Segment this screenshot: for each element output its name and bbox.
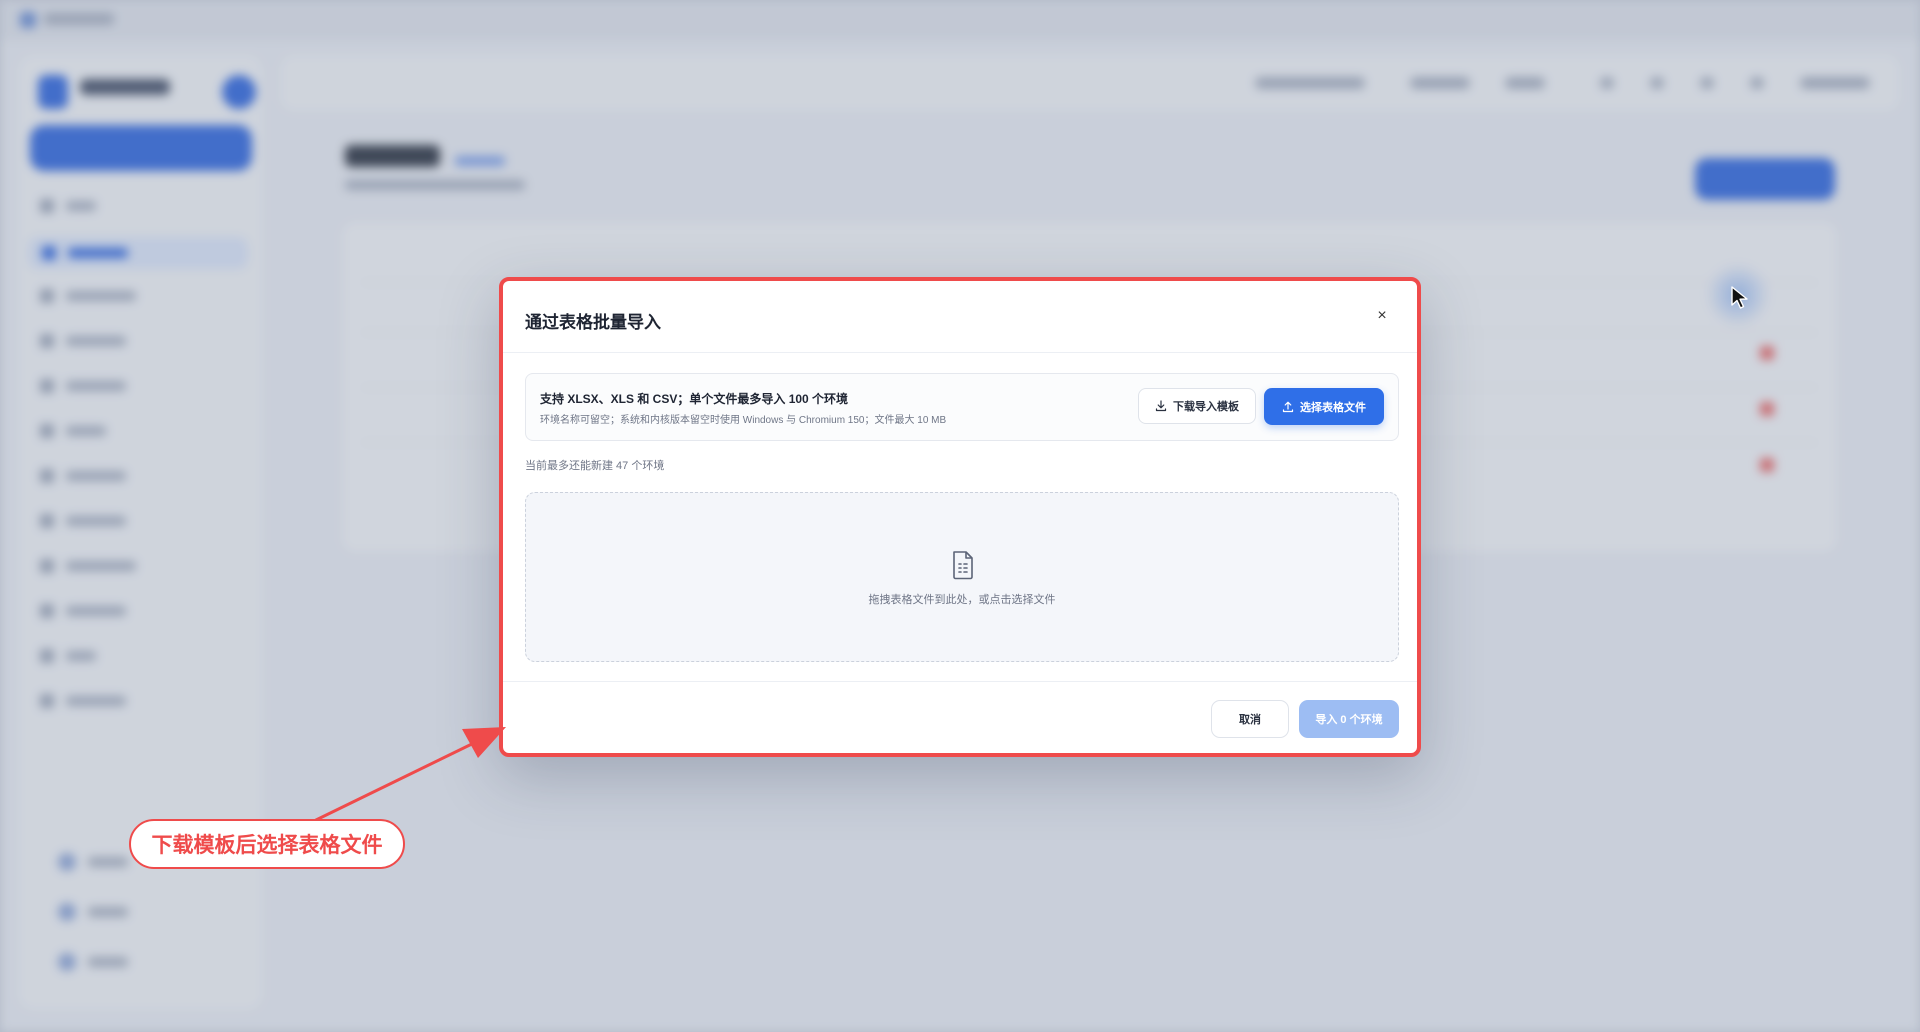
dialog-title: 通过表格批量导入 bbox=[525, 313, 661, 332]
dropzone-hint: 拖拽表格文件到此处，或点击选择文件 bbox=[868, 594, 1056, 606]
mouse-cursor bbox=[1731, 286, 1748, 309]
cancel-button[interactable]: 取消 bbox=[1211, 700, 1289, 738]
spreadsheet-file-icon bbox=[953, 551, 973, 580]
upload-icon bbox=[1282, 401, 1294, 412]
select-file-label: 选择表格文件 bbox=[1300, 401, 1366, 414]
remaining-quota-text: 当前最多还能新建 47 个环境 bbox=[525, 460, 665, 472]
import-button[interactable]: 导入 0 个环境 bbox=[1299, 700, 1399, 738]
format-info-title: 支持 XLSX、XLS 和 CSV；单个文件最多导入 100 个环境 bbox=[540, 392, 849, 406]
download-template-label: 下载导入模板 bbox=[1173, 401, 1239, 413]
dialog-header: 通过表格批量导入 × bbox=[503, 281, 1417, 353]
select-file-button[interactable]: 选择表格文件 bbox=[1264, 388, 1384, 425]
close-icon[interactable]: × bbox=[1373, 307, 1391, 325]
format-info-subtitle: 环境名称可留空；系统和内核版本留空时使用 Windows 与 Chromium … bbox=[540, 415, 947, 426]
format-info-box: 支持 XLSX、XLS 和 CSV；单个文件最多导入 100 个环境 环境名称可… bbox=[525, 373, 1399, 441]
download-icon bbox=[1155, 400, 1167, 412]
file-dropzone[interactable]: 拖拽表格文件到此处，或点击选择文件 bbox=[525, 492, 1399, 662]
dialog-footer: 取消 导入 0 个环境 bbox=[503, 681, 1417, 753]
annotation-callout: 下载模板后选择表格文件 bbox=[129, 819, 405, 869]
batch-import-dialog: 通过表格批量导入 × 支持 XLSX、XLS 和 CSV；单个文件最多导入 10… bbox=[499, 277, 1421, 757]
download-template-button[interactable]: 下载导入模板 bbox=[1138, 388, 1256, 424]
